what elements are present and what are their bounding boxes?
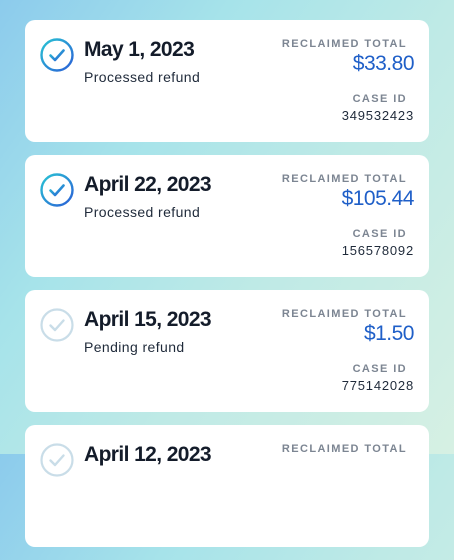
reclaimed-total-label: RECLAIMED TOTAL: [281, 443, 407, 455]
refund-status: Processed refund: [84, 204, 201, 220]
refund-date: April 15, 2023: [84, 308, 212, 331]
case-id-value: 156578092: [341, 243, 414, 258]
refund-list: May 1, 2023 Processed refund RECLAIMED T…: [25, 20, 429, 560]
check-circle-icon: [40, 308, 74, 342]
reclaimed-total-label: RECLAIMED TOTAL: [281, 308, 407, 320]
reclaimed-amount: $33.80: [352, 52, 415, 75]
case-id-value: 775142028: [341, 378, 414, 393]
case-id-label: CASE ID: [352, 228, 407, 240]
check-circle-icon: [40, 443, 74, 477]
case-id-value: 349532423: [341, 108, 414, 123]
refund-card[interactable]: May 1, 2023 Processed refund RECLAIMED T…: [25, 20, 429, 142]
refund-date: April 22, 2023: [84, 173, 212, 196]
reclaimed-total-label: RECLAIMED TOTAL: [281, 173, 407, 185]
refund-date: April 12, 2023: [84, 443, 212, 466]
refund-date: May 1, 2023: [84, 38, 195, 61]
check-circle-icon: [40, 38, 74, 72]
refund-status: Processed refund: [84, 69, 201, 85]
reclaimed-amount: $105.44: [341, 187, 415, 210]
refund-card[interactable]: April 12, 2023 RECLAIMED TOTAL: [25, 425, 429, 547]
reclaimed-amount: $1.50: [363, 322, 415, 345]
case-id-label: CASE ID: [352, 93, 407, 105]
check-circle-icon: [40, 173, 74, 207]
reclaimed-total-label: RECLAIMED TOTAL: [281, 38, 407, 50]
refund-card[interactable]: April 22, 2023 Processed refund RECLAIME…: [25, 155, 429, 277]
refund-status: Pending refund: [84, 339, 185, 355]
case-id-label: CASE ID: [352, 363, 407, 375]
refund-card[interactable]: April 15, 2023 Pending refund RECLAIMED …: [25, 290, 429, 412]
